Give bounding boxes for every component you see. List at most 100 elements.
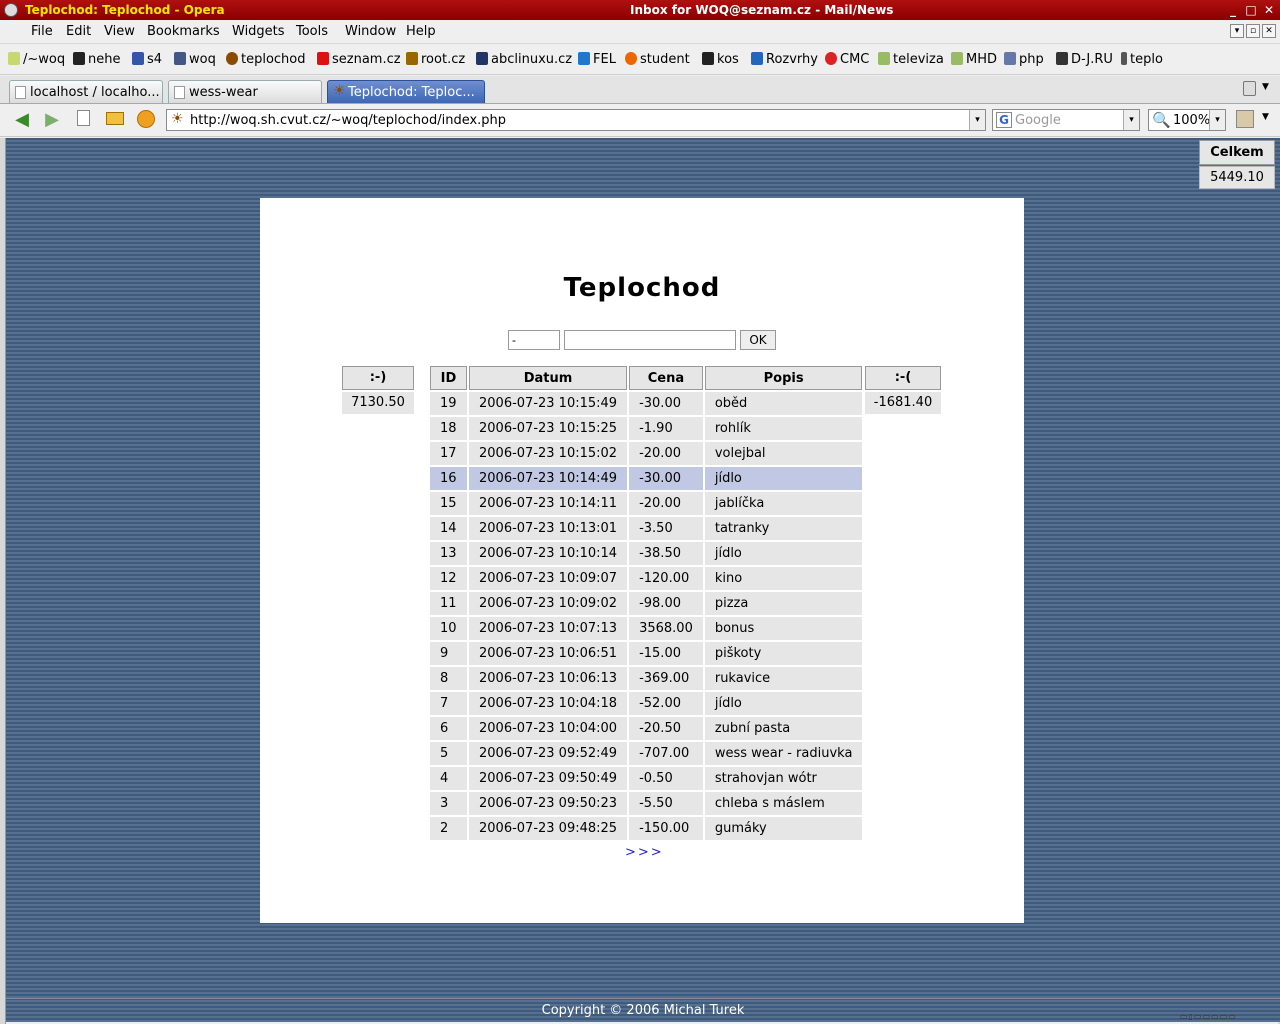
- table-row[interactable]: 2 2006-07-23 09:48:25 -150.00 gumáky: [430, 817, 863, 840]
- menu-widgets[interactable]: Widgets: [232, 24, 285, 39]
- table-row[interactable]: 14 2006-07-23 10:13:01 -3.50 tatranky: [430, 517, 863, 540]
- bookmark-djru[interactable]: D-J.RU: [1056, 52, 1113, 67]
- chevron-down-icon[interactable]: ▼: [1262, 112, 1269, 122]
- bookmark-nehe[interactable]: nehe: [73, 52, 120, 67]
- entry-input[interactable]: [564, 330, 736, 350]
- tab-wess-wear[interactable]: wess-wear: [168, 80, 322, 103]
- bookmark-woq[interactable]: woq: [174, 52, 216, 67]
- bookmark-label: MHD: [966, 52, 998, 67]
- bookmark-label: kos: [717, 52, 739, 67]
- bookmark-televiza[interactable]: televiza: [878, 52, 944, 67]
- row-id-cell: 12: [430, 567, 467, 590]
- bookmark-label: teplochod: [241, 52, 306, 67]
- bookmark-php[interactable]: php: [1004, 52, 1044, 67]
- column-cena[interactable]: Cena: [629, 366, 703, 390]
- table-row[interactable]: 16 2006-07-23 10:14:49 -30.00 jídlo: [430, 467, 863, 490]
- menu-bookmarks[interactable]: Bookmarks: [147, 24, 220, 39]
- bookmark-mhd[interactable]: MHD: [951, 52, 997, 67]
- bookmark-fel[interactable]: FEL: [578, 52, 616, 67]
- bookmark-label: D-J.RU: [1071, 52, 1113, 67]
- mdi-minimize-icon[interactable]: ▾: [1230, 24, 1244, 38]
- table-row[interactable]: 7 2006-07-23 10:04:18 -52.00 jídlo: [430, 692, 863, 715]
- table-row[interactable]: 3 2006-07-23 09:50:23 -5.50 chleba s máslem: [430, 792, 863, 815]
- new-page-icon[interactable]: [72, 110, 94, 130]
- table-row[interactable]: 18 2006-07-23 10:15:25 -1.90 rohlík: [430, 417, 863, 440]
- next-page-link[interactable]: >>>: [625, 845, 664, 860]
- abclinuxu-icon: [476, 52, 488, 65]
- table-row[interactable]: 12 2006-07-23 10:09:07 -120.00 kino: [430, 567, 863, 590]
- open-folder-icon[interactable]: [104, 110, 126, 130]
- chevron-down-icon[interactable]: ▾: [1209, 110, 1225, 130]
- search-input[interactable]: G Google ▾: [992, 109, 1140, 131]
- opera-app-icon[interactable]: [4, 3, 18, 17]
- mdi-restore-icon[interactable]: ▫: [1246, 24, 1260, 38]
- column-id[interactable]: ID: [430, 366, 467, 390]
- chevron-down-icon[interactable]: ▼: [1262, 82, 1269, 92]
- menu-edit[interactable]: Edit: [66, 24, 91, 39]
- table-row[interactable]: 5 2006-07-23 09:52:49 -707.00 wess wear - r…: [430, 742, 863, 765]
- close-button[interactable]: ✕: [1262, 3, 1276, 17]
- status-bar-icons[interactable]: ▭▯▭▭▭▭▭: [1180, 1012, 1237, 1021]
- table-row[interactable]: 10 2006-07-23 10:07:13 3568.00 bonus: [430, 617, 863, 640]
- trash-icon[interactable]: [1243, 81, 1256, 96]
- google-icon[interactable]: G: [996, 112, 1012, 128]
- menu-help[interactable]: Help: [406, 24, 436, 39]
- bookmark-rozvrhy[interactable]: Rozvrhy: [751, 52, 818, 67]
- mdi-close-icon[interactable]: ✕: [1262, 24, 1276, 38]
- table-row[interactable]: 4 2006-07-23 09:50:49 -0.50 strahovjan wótr: [430, 767, 863, 790]
- reload-icon[interactable]: [135, 110, 157, 130]
- row-price-cell: -120.00: [629, 567, 703, 590]
- table-row[interactable]: 13 2006-07-23 10:10:14 -38.50 jídlo: [430, 542, 863, 565]
- row-id-cell: 16: [430, 467, 467, 490]
- ok-button[interactable]: OK: [740, 330, 776, 350]
- page-icon: [878, 52, 890, 65]
- maximize-button[interactable]: □: [1244, 3, 1258, 17]
- mail-window-title[interactable]: Inbox for WOQ@seznam.cz - Mail/News: [630, 3, 893, 17]
- bookmark-cmc[interactable]: CMC: [825, 52, 869, 67]
- back-arrow-icon[interactable]: ◀: [11, 110, 33, 130]
- bookmark-root[interactable]: root.cz: [406, 52, 465, 67]
- bookmark-student[interactable]: student: [625, 52, 690, 67]
- chevron-down-icon[interactable]: ▾: [1123, 110, 1139, 130]
- tab-localhost[interactable]: localhost / localho...: [9, 80, 163, 103]
- row-date-cell: 2006-07-23 10:04:18: [469, 692, 628, 715]
- menu-window[interactable]: Window: [345, 24, 396, 39]
- sun-icon: [226, 52, 238, 65]
- column-datum[interactable]: Datum: [469, 366, 628, 390]
- table-row[interactable]: 6 2006-07-23 10:04:00 -20.50 zubní pasta: [430, 717, 863, 740]
- row-id-cell: 10: [430, 617, 467, 640]
- table-row[interactable]: 9 2006-07-23 10:06:51 -15.00 piškoty: [430, 642, 863, 665]
- bookmark-label: student: [640, 52, 690, 67]
- menu-view[interactable]: View: [104, 24, 135, 39]
- tab-teplochod[interactable]: ☀ Teplochod: Teploc...: [327, 80, 485, 103]
- menu-file[interactable]: File: [31, 24, 53, 39]
- zoom-selector[interactable]: 🔍 100% ▾: [1148, 109, 1226, 131]
- row-price-cell: -150.00: [629, 817, 703, 840]
- table-row[interactable]: 19 2006-07-23 10:15:49 -30.00 oběd: [430, 392, 863, 415]
- bookmark-teplochod[interactable]: teplochod: [226, 52, 306, 67]
- kos-icon: [702, 52, 714, 65]
- bookmark-kos[interactable]: kos: [702, 52, 739, 67]
- bookmark-abclinuxu[interactable]: abclinuxu.cz: [476, 52, 572, 67]
- menu-tools[interactable]: Tools: [296, 24, 328, 39]
- address-bar[interactable]: ☀ http://woq.sh.cvut.cz/~woq/teplochod/i…: [166, 109, 986, 131]
- chevron-down-icon[interactable]: ▾: [969, 110, 985, 130]
- url-text[interactable]: http://woq.sh.cvut.cz/~woq/teplochod/ind…: [190, 113, 506, 128]
- minimize-button[interactable]: _: [1226, 3, 1240, 17]
- income-label: :-): [342, 366, 414, 390]
- row-date-cell: 2006-07-23 10:09:07: [469, 567, 628, 590]
- forward-arrow-icon[interactable]: ▶: [41, 110, 63, 130]
- bookmark-s4[interactable]: s4: [132, 52, 162, 67]
- bookmark-teplo[interactable]: teplo: [1121, 52, 1163, 67]
- panel-icon[interactable]: [1236, 110, 1254, 128]
- table-row[interactable]: 11 2006-07-23 10:09:02 -98.00 pizza: [430, 592, 863, 615]
- zoom-value: 100%: [1173, 113, 1211, 128]
- bookmark-seznam[interactable]: seznam.cz: [317, 52, 401, 67]
- table-row[interactable]: 8 2006-07-23 10:06:13 -369.00 rukavice: [430, 667, 863, 690]
- sign-input[interactable]: [508, 330, 560, 350]
- column-popis[interactable]: Popis: [704, 366, 863, 390]
- bookmark-woq-home[interactable]: /~woq: [8, 52, 65, 67]
- table-row[interactable]: 15 2006-07-23 10:14:11 -20.00 jablíčka: [430, 492, 863, 515]
- row-date-cell: 2006-07-23 09:50:23: [469, 792, 628, 815]
- table-row[interactable]: 17 2006-07-23 10:15:02 -20.00 volejbal: [430, 442, 863, 465]
